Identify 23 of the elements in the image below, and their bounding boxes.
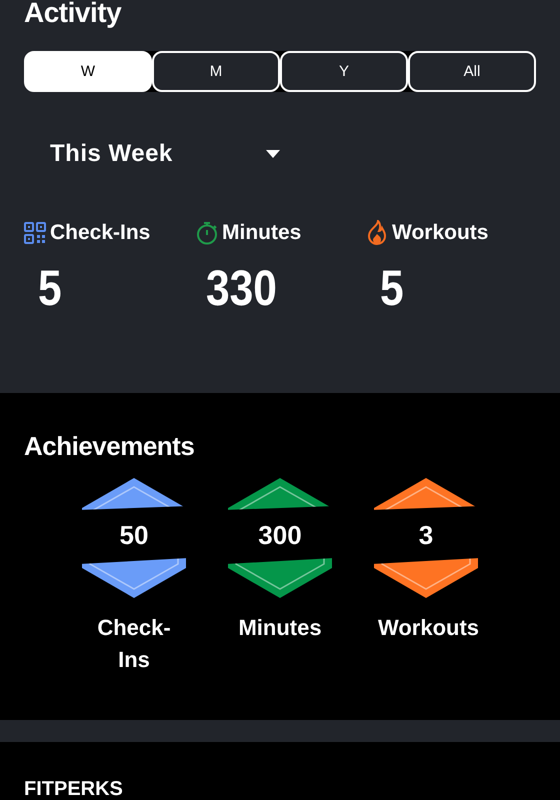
period-tab[interactable]: M bbox=[152, 51, 280, 92]
stat-value: 330 bbox=[206, 262, 278, 314]
badge-count: 50 bbox=[118, 520, 150, 550]
section-title: Achievements bbox=[24, 431, 196, 462]
stat-label: Workouts bbox=[392, 221, 488, 245]
period-tab[interactable]: All bbox=[408, 51, 536, 92]
stopwatch-icon bbox=[196, 221, 218, 245]
qr-code-icon bbox=[24, 222, 46, 244]
caret-icon bbox=[266, 150, 280, 158]
badge-label: Check-Ins bbox=[96, 614, 172, 674]
stat-label: Minutes bbox=[222, 221, 302, 245]
section-title: FITPERKS bbox=[24, 778, 123, 800]
period-dropdown[interactable]: This Week bbox=[50, 138, 280, 170]
period-tab[interactable]: Y bbox=[280, 51, 408, 92]
badge-count: 300 bbox=[257, 520, 303, 550]
stat-label: Check-Ins bbox=[50, 221, 150, 245]
badge-count: 3 bbox=[418, 520, 434, 550]
flame-icon bbox=[366, 220, 388, 246]
badge-label: Minutes bbox=[238, 614, 322, 642]
period-tab[interactable]: W bbox=[24, 51, 152, 92]
page-title: Activity bbox=[24, 0, 122, 30]
stat-value: 5 bbox=[38, 262, 63, 314]
stat-value: 5 bbox=[380, 262, 405, 314]
